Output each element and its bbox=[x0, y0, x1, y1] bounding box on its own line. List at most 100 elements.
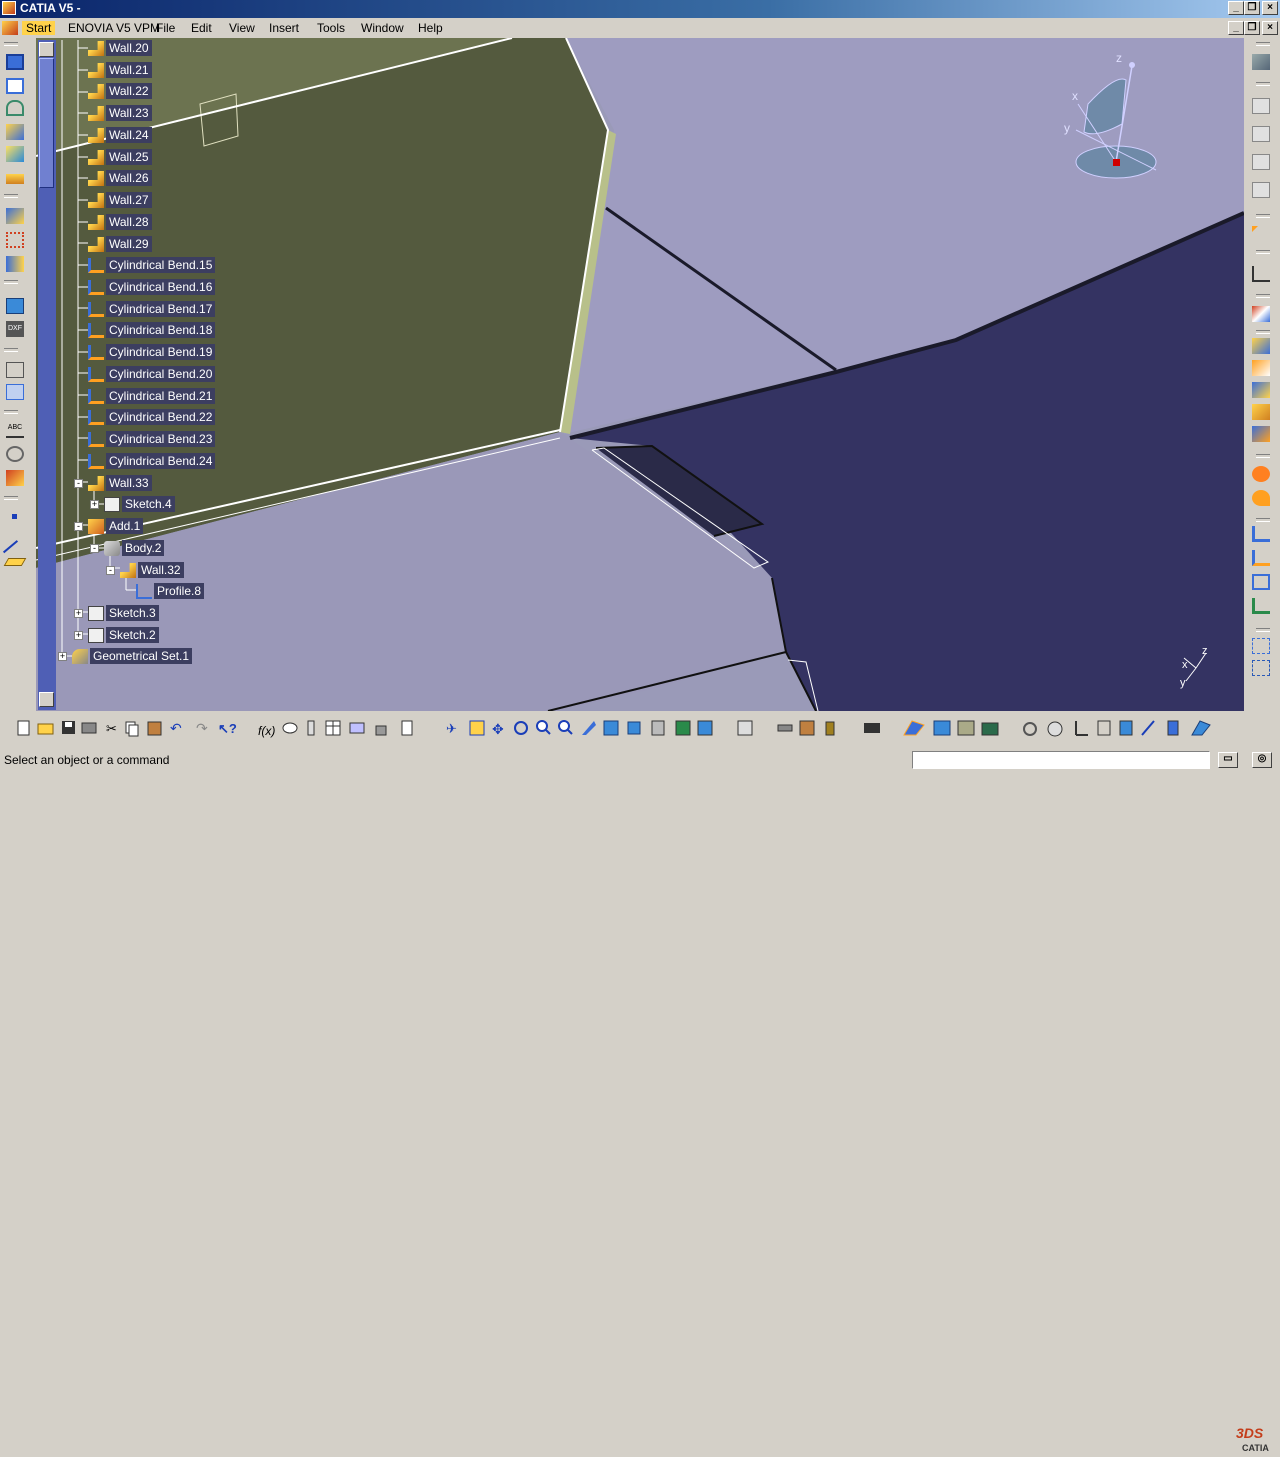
cylindrical-bend-icon bbox=[88, 258, 104, 273]
paste-icon[interactable] bbox=[147, 721, 162, 736]
tree-item-label: Sketch.3 bbox=[106, 605, 159, 621]
pan-icon[interactable]: ✥ bbox=[492, 721, 504, 737]
rotate-icon[interactable] bbox=[514, 721, 528, 735]
collapse-icon[interactable]: - bbox=[90, 544, 99, 553]
unfolding-icon[interactable] bbox=[1252, 526, 1270, 542]
collapse-icon[interactable]: - bbox=[106, 566, 115, 575]
flange-icon[interactable] bbox=[1252, 382, 1270, 398]
tear-drop-icon[interactable] bbox=[1252, 426, 1270, 442]
fit-all-icon[interactable] bbox=[469, 720, 485, 736]
lock-icon[interactable] bbox=[375, 725, 387, 736]
redo-icon[interactable]: ↷ bbox=[196, 720, 208, 736]
expand-icon[interactable]: + bbox=[58, 652, 67, 661]
capture-icon[interactable] bbox=[864, 723, 880, 733]
status-button-1[interactable]: ▭ bbox=[1218, 752, 1238, 768]
view-front-icon[interactable] bbox=[1252, 98, 1270, 114]
svg-text:↖?: ↖? bbox=[218, 721, 237, 736]
list-icon[interactable] bbox=[401, 720, 413, 736]
tree-item-label: Cylindrical Bend.17 bbox=[106, 301, 216, 317]
conical-bend-icon[interactable] bbox=[1252, 490, 1270, 506]
command-input[interactable] bbox=[912, 751, 1210, 769]
toolbar-separator bbox=[1256, 628, 1270, 632]
design-table-icon[interactable] bbox=[325, 720, 341, 736]
hand-icon[interactable] bbox=[1047, 721, 1063, 737]
normal-view-icon[interactable] bbox=[582, 721, 596, 735]
sketch-icon bbox=[104, 497, 120, 512]
isometric-view-icon[interactable] bbox=[627, 721, 641, 735]
measure-inertia-icon[interactable] bbox=[825, 721, 835, 736]
view-top-icon[interactable] bbox=[1252, 154, 1270, 170]
plane-selection-icon[interactable] bbox=[1191, 720, 1211, 736]
sketch-icon bbox=[88, 628, 104, 643]
tree-item-label: Profile.8 bbox=[154, 583, 205, 599]
svg-text:3DS: 3DS bbox=[1236, 1425, 1264, 1441]
select-arrow-icon[interactable] bbox=[1252, 226, 1258, 232]
zoom-out-icon[interactable] bbox=[558, 720, 573, 735]
shading-icon[interactable] bbox=[651, 720, 665, 736]
zoom-in-icon[interactable] bbox=[536, 720, 551, 735]
knowledge-icon[interactable] bbox=[307, 720, 315, 736]
formula-icon[interactable]: f(x) bbox=[258, 724, 275, 738]
geometrical-set-icon bbox=[72, 649, 88, 664]
cut-icon[interactable]: ✂ bbox=[106, 721, 117, 736]
copy-icon[interactable] bbox=[125, 721, 139, 737]
hide-show-icon[interactable] bbox=[675, 720, 691, 736]
cylindrical-bend-icon bbox=[88, 432, 104, 447]
tree-item-label: Wall.20 bbox=[106, 40, 152, 56]
expand-icon[interactable]: + bbox=[74, 609, 83, 618]
measure-between-icon[interactable] bbox=[777, 724, 793, 732]
surface-stamp-icon[interactable] bbox=[1252, 660, 1270, 676]
tree-item-label: Cylindrical Bend.18 bbox=[106, 322, 216, 338]
sheetmetal-standards-icon[interactable] bbox=[737, 720, 753, 736]
tree-item-label: Cylindrical Bend.22 bbox=[106, 409, 216, 425]
expand-icon[interactable]: + bbox=[90, 500, 99, 509]
swap-visible-icon[interactable] bbox=[697, 720, 713, 736]
render-icon[interactable] bbox=[933, 720, 951, 736]
apply-material-icon[interactable] bbox=[903, 720, 925, 736]
fly-mode-icon[interactable]: ✈ bbox=[446, 721, 457, 736]
catalog-browser-icon[interactable] bbox=[349, 722, 365, 734]
tree-item-label: Wall.23 bbox=[106, 105, 152, 121]
extrusion-icon[interactable] bbox=[1252, 360, 1270, 376]
environment-icon[interactable] bbox=[957, 720, 975, 736]
stamp-icon[interactable] bbox=[1252, 638, 1270, 654]
grid-icon[interactable] bbox=[1097, 720, 1111, 736]
toolbar-separator bbox=[1256, 454, 1270, 458]
tree-item-label: Cylindrical Bend.20 bbox=[106, 366, 216, 382]
sheetmetal-parameters-icon[interactable] bbox=[1252, 54, 1270, 70]
new-icon[interactable] bbox=[17, 720, 30, 736]
tree-item-label: Wall.29 bbox=[106, 236, 152, 252]
hem-icon[interactable] bbox=[1252, 404, 1270, 420]
corner-relief-icon[interactable] bbox=[1252, 598, 1270, 614]
cut-tool-icon[interactable] bbox=[1252, 306, 1270, 322]
toolbar-separator bbox=[1256, 214, 1270, 218]
measure-item-icon[interactable] bbox=[799, 720, 815, 736]
whats-this-icon[interactable]: ↖? bbox=[218, 721, 237, 736]
snap-icon[interactable] bbox=[1119, 720, 1133, 736]
analysis-icon[interactable] bbox=[1167, 720, 1179, 736]
scene-icon[interactable] bbox=[981, 722, 999, 736]
view-side-icon[interactable] bbox=[1252, 126, 1270, 142]
undo-icon[interactable]: ↶ bbox=[170, 720, 182, 736]
print-icon[interactable] bbox=[81, 722, 97, 734]
multi-view-icon[interactable] bbox=[603, 720, 619, 736]
open-icon[interactable] bbox=[37, 723, 54, 735]
save-icon[interactable] bbox=[62, 721, 75, 734]
wall-tool-icon[interactable] bbox=[1252, 338, 1270, 354]
folding-icon[interactable] bbox=[1252, 550, 1270, 566]
status-button-2[interactable]: ◎ bbox=[1252, 752, 1272, 768]
constraint-toggle-icon[interactable] bbox=[1141, 720, 1155, 736]
refresh-icon[interactable] bbox=[1023, 722, 1037, 736]
view-iso-icon[interactable] bbox=[1252, 182, 1270, 198]
add-icon bbox=[88, 519, 104, 534]
expand-icon[interactable]: + bbox=[74, 631, 83, 640]
collapse-icon[interactable]: - bbox=[74, 479, 83, 488]
bend-tool-icon[interactable] bbox=[1252, 466, 1270, 482]
axis-system-icon[interactable] bbox=[1075, 721, 1088, 736]
sketch-tool-icon[interactable] bbox=[1252, 266, 1270, 282]
tree-item-label: Geometrical Set.1 bbox=[90, 648, 193, 664]
collapse-icon[interactable]: - bbox=[74, 522, 83, 531]
comment-icon[interactable] bbox=[282, 722, 298, 734]
cylindrical-bend-icon bbox=[88, 454, 104, 469]
point-mapping-icon[interactable] bbox=[1252, 574, 1270, 590]
